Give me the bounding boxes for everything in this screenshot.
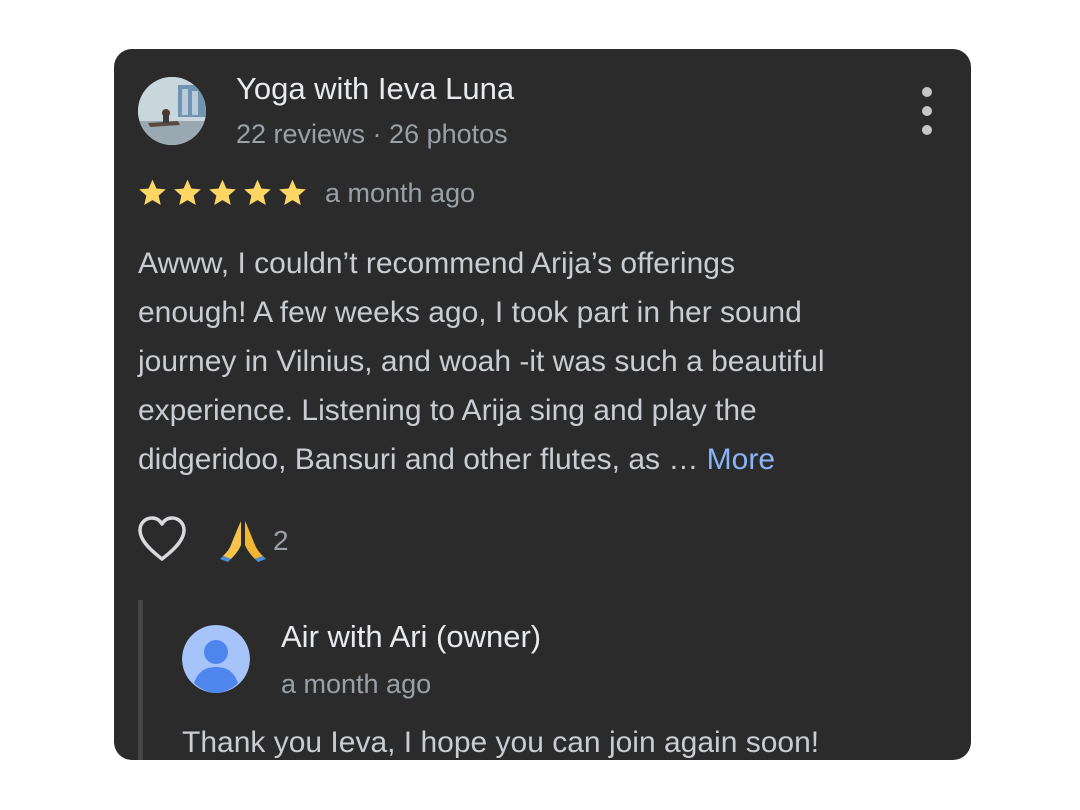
reviewer-stats: 22 reviews · 26 photos <box>236 119 508 149</box>
review-text-line: enough! A few weeks ago, I took part in … <box>138 296 802 329</box>
star-icon <box>209 179 236 205</box>
review-text-truncated: didgeridoo, Bansuri and other flutes, as… <box>138 443 707 476</box>
owner-reply-time: a month ago <box>281 669 432 699</box>
star-icon <box>139 179 166 205</box>
more-link[interactable]: More <box>707 443 775 476</box>
owner-reply-text: Thank you Ieva, I hope you can join agai… <box>182 726 820 759</box>
reaction-badge[interactable]: 2 <box>219 517 289 565</box>
reply-divider <box>138 600 143 760</box>
review-text-line: journey in Vilnius, and woah -it was suc… <box>138 345 825 378</box>
reviewer-name[interactable]: Yoga with Ieva Luna <box>236 69 514 109</box>
star-rating <box>136 177 309 209</box>
profile-photo-icon <box>138 77 206 145</box>
more-vert-icon[interactable] <box>910 87 944 135</box>
star-icon <box>279 179 306 205</box>
reviewer-avatar[interactable] <box>138 77 206 145</box>
reaction-count: 2 <box>273 525 289 556</box>
owner-avatar[interactable] <box>182 625 250 693</box>
star-icon <box>244 179 271 205</box>
owner-name: Air with Ari (owner) <box>281 619 542 654</box>
review-text: Awww, I couldn’t recommend Arija’s offer… <box>138 239 938 484</box>
review-time: a month ago <box>325 178 476 208</box>
review-text-line: didgeridoo, Bansuri and other flutes, as… <box>138 435 938 484</box>
folded-hands-icon <box>219 515 267 568</box>
review-text-line: experience. Listening to Arija sing and … <box>138 394 757 427</box>
heart-outline-icon[interactable] <box>136 515 188 563</box>
review-card: Yoga with Ieva Luna 22 reviews · 26 phot… <box>114 49 971 760</box>
default-person-icon <box>182 625 250 693</box>
review-text-line: Awww, I couldn’t recommend Arija’s offer… <box>138 247 735 280</box>
star-icon <box>174 179 201 205</box>
